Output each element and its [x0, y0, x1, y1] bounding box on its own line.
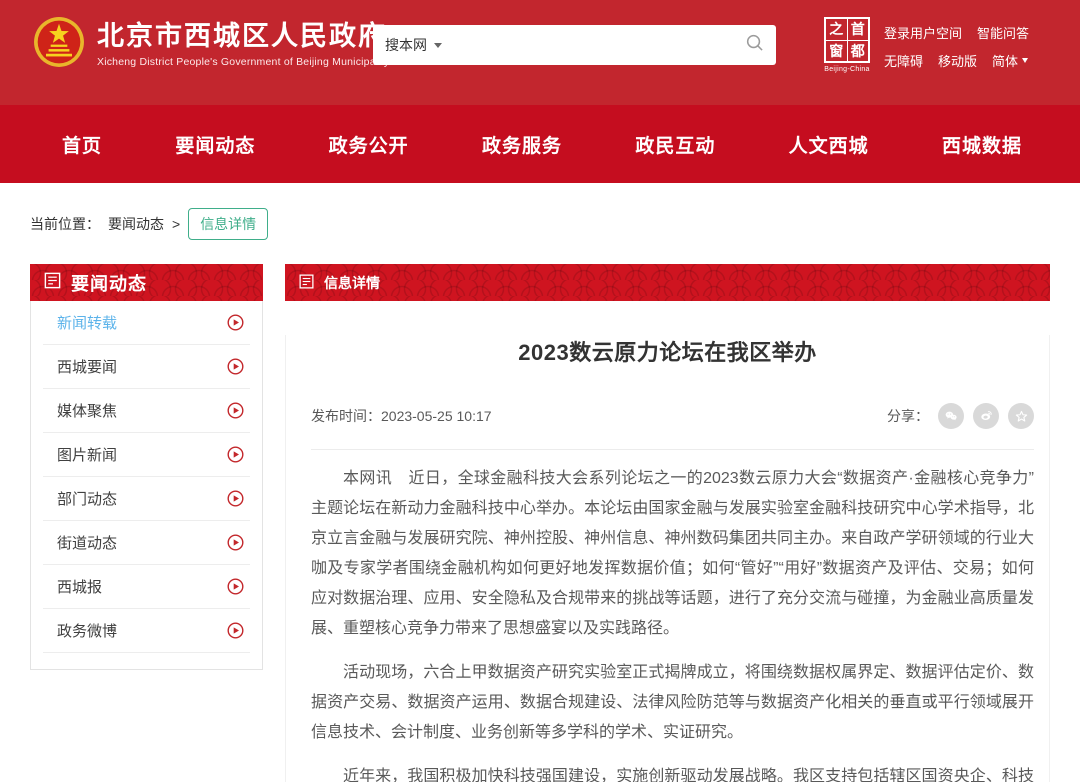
circle-play-icon: [227, 534, 244, 551]
accessibility-link[interactable]: 无障碍: [884, 51, 923, 70]
chevron-down-icon: [1022, 58, 1028, 63]
logo-char: 窗: [826, 41, 847, 62]
share-label: 分享：: [887, 406, 929, 426]
breadcrumb-separator: >: [172, 216, 180, 232]
share-bar: 分享：: [887, 403, 1034, 429]
nav-item-gov-open[interactable]: 政务公开: [329, 131, 409, 158]
language-select[interactable]: 简体: [992, 51, 1028, 70]
sidebar-item-xicheng-paper[interactable]: 西城报: [43, 565, 250, 609]
logo-char: 首: [848, 19, 869, 40]
article-container: 2023数云原力论坛在我区举办 发布时间：2023-05-25 10:17 分享…: [285, 335, 1050, 782]
circle-play-icon: [227, 358, 244, 375]
breadcrumb-current-tag[interactable]: 信息详情: [188, 208, 268, 240]
article-title: 2023数云原力论坛在我区举办: [286, 335, 1049, 367]
search-bar: 搜本网: [373, 25, 776, 65]
site-header: 北京市西城区人民政府 Xicheng District People's Gov…: [0, 0, 1080, 105]
nav-item-culture[interactable]: 人文西城: [789, 131, 869, 158]
sidebar-item-media-focus[interactable]: 媒体聚焦: [43, 389, 250, 433]
article-meta: 发布时间：2023-05-25 10:17 分享：: [311, 403, 1034, 429]
sidebar-item-street-updates[interactable]: 街道动态: [43, 521, 250, 565]
meta-divider: [311, 449, 1034, 450]
mobile-version-link[interactable]: 移动版: [938, 51, 977, 70]
document-list-icon: [43, 271, 62, 295]
sidebar-item-department-updates[interactable]: 部门动态: [43, 477, 250, 521]
article-paragraph: 本网讯 近日，全球金融科技大会系列论坛之一的2023数云原力大会“数据资产·金融…: [311, 464, 1034, 644]
nav-item-home[interactable]: 首页: [62, 131, 102, 158]
site-subtitle: Xicheng District People's Government of …: [97, 56, 389, 68]
quick-links: 登录用户空间 智能问答 无障碍 移动版 简体: [884, 23, 1029, 79]
login-user-space-link[interactable]: 登录用户空间: [884, 23, 962, 42]
smart-qa-link[interactable]: 智能问答: [977, 23, 1029, 42]
site-brand[interactable]: 北京市西城区人民政府 Xicheng District People's Gov…: [33, 16, 389, 73]
breadcrumb-section-link[interactable]: 要闻动态: [108, 214, 164, 234]
content-area: 要闻动态 新闻转载 西城要闻 媒体聚焦 图片新闻: [30, 264, 1050, 782]
sidebar-item-gov-weibo[interactable]: 政务微博: [43, 609, 250, 653]
article-body: 本网讯 近日，全球金融科技大会系列论坛之一的2023数云原力大会“数据资产·金融…: [286, 464, 1049, 782]
article-paragraph: 活动现场，六合上甲数据资产研究实验室正式揭牌成立，将围绕数据权属界定、数据评估定…: [311, 658, 1034, 748]
search-input[interactable]: [449, 30, 738, 60]
circle-play-icon: [227, 490, 244, 507]
circle-play-icon: [227, 446, 244, 463]
article-panel-header: 信息详情: [285, 264, 1050, 301]
circle-play-icon: [227, 578, 244, 595]
nav-item-news[interactable]: 要闻动态: [175, 131, 255, 158]
search-icon[interactable]: [745, 33, 764, 57]
article-paragraph: 近年来，我国积极加快科技强国建设，实施创新驱动发展战略。我区支持包括辖区国资央企…: [311, 762, 1034, 782]
sidebar-title: 要闻动态: [71, 270, 147, 296]
nav-item-interaction[interactable]: 政民互动: [635, 131, 715, 158]
capital-window-logo[interactable]: 之 首 窗 都 Beijing-China: [822, 17, 872, 73]
circle-play-icon: [227, 622, 244, 639]
logo-caption: Beijing-China: [822, 66, 872, 73]
page: 北京市西城区人民政府 Xicheng District People's Gov…: [0, 0, 1080, 782]
circle-play-icon: [227, 402, 244, 419]
sidebar-item-news-repost[interactable]: 新闻转载: [43, 301, 250, 345]
nav-item-gov-service[interactable]: 政务服务: [482, 131, 562, 158]
document-list-icon: [298, 273, 315, 293]
breadcrumb-label: 当前位置：: [30, 214, 100, 234]
national-emblem-icon: [33, 16, 85, 73]
circle-play-icon: [227, 314, 244, 331]
sidebar-header: 要闻动态: [30, 264, 263, 301]
main-nav: 首页 要闻动态 政务公开 政务服务 政民互动 人文西城 西城数据: [0, 105, 1080, 183]
sidebar-item-photo-news[interactable]: 图片新闻: [43, 433, 250, 477]
logo-char: 之: [826, 19, 847, 40]
article-panel-title: 信息详情: [324, 273, 380, 293]
sidebar-item-xicheng-news[interactable]: 西城要闻: [43, 345, 250, 389]
search-scope-select[interactable]: 搜本网: [385, 35, 427, 55]
breadcrumb: 当前位置： 要闻动态 > 信息详情: [30, 209, 1080, 239]
weibo-share-icon[interactable]: [973, 403, 999, 429]
brand-text: 北京市西城区人民政府 Xicheng District People's Gov…: [97, 21, 389, 68]
publish-time: 发布时间：2023-05-25 10:17: [311, 406, 492, 426]
article-panel: 信息详情 2023数云原力论坛在我区举办 发布时间：2023-05-25 10:…: [285, 264, 1050, 782]
site-title: 北京市西城区人民政府: [97, 21, 389, 52]
nav-item-data[interactable]: 西城数据: [942, 131, 1022, 158]
sidebar: 要闻动态 新闻转载 西城要闻 媒体聚焦 图片新闻: [30, 264, 263, 670]
sidebar-menu: 新闻转载 西城要闻 媒体聚焦 图片新闻 部门动态: [30, 301, 263, 670]
chevron-down-icon[interactable]: [434, 43, 442, 48]
wechat-share-icon[interactable]: [938, 403, 964, 429]
capital-window-grid: 之 首 窗 都: [824, 17, 870, 63]
favorite-star-icon[interactable]: [1008, 403, 1034, 429]
logo-char: 都: [848, 41, 869, 62]
